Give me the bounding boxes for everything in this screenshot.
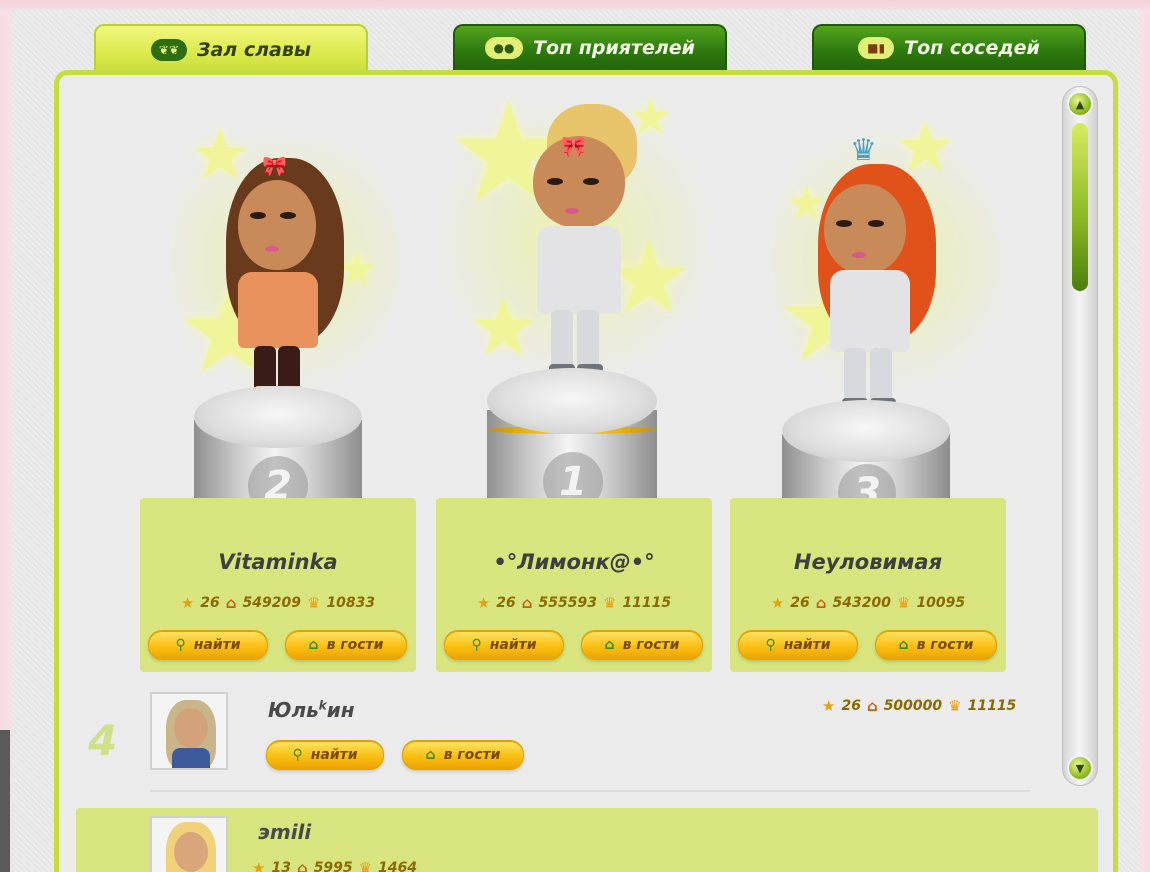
visit-label: в гости xyxy=(916,637,974,653)
crown-icon: ♛ xyxy=(358,858,373,872)
user-stats: ★ 13 ⌂ 5995 ♛ 1464 xyxy=(252,860,417,872)
house-count: 543200 xyxy=(832,595,891,611)
divider xyxy=(150,790,1030,792)
list-item-highlighted: эmili ★ 13 ⌂ 5995 ♛ 1464 xyxy=(76,808,1098,872)
house-icon: ⌂ xyxy=(866,696,878,715)
stars-count: 26 xyxy=(200,595,220,611)
search-icon: ⚲ xyxy=(765,637,776,653)
find-button[interactable]: ⚲ найти xyxy=(266,740,384,770)
friends-icon: ●● xyxy=(484,37,523,59)
house-icon: ⌂ xyxy=(815,593,827,612)
crown-icon: ♛ xyxy=(602,593,617,612)
search-icon: ⚲ xyxy=(471,637,482,653)
pedestal-top xyxy=(194,386,362,448)
house-icon: ⌂ xyxy=(425,747,436,763)
star-icon: ★ xyxy=(180,593,195,612)
winner-stats: ★ 26 ⌂ 549209 ♛ 10833 xyxy=(140,595,416,611)
user-name: эmili xyxy=(258,820,312,844)
scroll-down-button[interactable]: ▼ xyxy=(1067,755,1093,781)
star-decoration: ★ xyxy=(468,281,540,374)
visit-label: в гости xyxy=(443,747,501,763)
house-icon: ⌂ xyxy=(521,593,533,612)
crown-count: 11115 xyxy=(622,595,672,611)
star-icon: ★ xyxy=(770,593,785,612)
bow-icon: 🎀 xyxy=(561,134,586,158)
visit-button[interactable]: ⌂ в гости xyxy=(581,630,703,660)
tab-top-friends[interactable]: ●● Топ приятелей xyxy=(453,24,727,70)
tab-top-neighbors[interactable]: ■▮ Топ соседей xyxy=(812,24,1086,70)
user-name-sup: k xyxy=(318,698,327,713)
crown-count: 10833 xyxy=(326,595,376,611)
tab-hall-of-fame[interactable]: ❦❦ Зал славы xyxy=(94,24,368,74)
visit-button[interactable]: ⌂ в гости xyxy=(402,740,524,770)
find-button[interactable]: ⚲ найти xyxy=(444,630,564,660)
user-stats: ★ 26 ⌂ 500000 ♛ 11115 xyxy=(822,698,1016,714)
crown-icon: ♛ xyxy=(896,593,911,612)
search-icon: ⚲ xyxy=(292,747,303,763)
pedestal-top xyxy=(782,400,950,462)
house-count: 5995 xyxy=(313,860,353,872)
visit-button[interactable]: ⌂ в гости xyxy=(875,630,997,660)
winner-name: Vitaminka xyxy=(218,550,338,574)
stars-count: 13 xyxy=(271,860,291,872)
winner-stats: ★ 26 ⌂ 543200 ♛ 10095 xyxy=(730,595,1006,611)
house-icon: ⌂ xyxy=(296,858,308,872)
house-count: 549209 xyxy=(242,595,301,611)
laurel-icon: ❦❦ xyxy=(150,39,187,61)
house-icon: ⌂ xyxy=(225,593,237,612)
window-edge xyxy=(0,730,10,872)
tab-label: Зал славы xyxy=(196,39,312,61)
search-icon: ⚲ xyxy=(175,637,186,653)
find-label: найти xyxy=(310,747,358,763)
winner-stats: ★ 26 ⌂ 555593 ♛ 11115 xyxy=(436,595,712,611)
house-icon: ⌂ xyxy=(604,637,615,653)
bow-icon: 🎀 xyxy=(262,154,287,178)
visit-label: в гости xyxy=(326,637,384,653)
winner-card-1: •°Лимонк@•° ★ 26 ⌂ 555593 ♛ 11115 ⚲ найт… xyxy=(436,498,712,672)
tab-label: Топ соседей xyxy=(904,37,1040,59)
crown-icon: ♛ xyxy=(306,593,321,612)
stars-count: 26 xyxy=(790,595,810,611)
house-count: 555593 xyxy=(538,595,597,611)
crown-count: 11115 xyxy=(967,698,1017,714)
tab-label: Топ приятелей xyxy=(532,37,695,59)
find-button[interactable]: ⚲ найти xyxy=(738,630,858,660)
scroll-up-button[interactable]: ▲ xyxy=(1067,91,1093,117)
find-label: найти xyxy=(783,637,831,653)
house-icon: ⌂ xyxy=(308,637,319,653)
rank-number: 4 xyxy=(88,716,118,765)
find-label: найти xyxy=(193,637,241,653)
stars-count: 26 xyxy=(841,698,861,714)
star-icon: ★ xyxy=(822,696,836,715)
user-name-part: Юль xyxy=(268,698,319,722)
winner-card-3: Неуловимая ★ 26 ⌂ 543200 ♛ 10095 ⚲ найти… xyxy=(730,498,1006,672)
star-icon: ★ xyxy=(252,858,266,872)
crown-count: 10095 xyxy=(916,595,966,611)
user-name: Юльkин xyxy=(268,698,355,722)
list-item: 4 Юльkин ⚲ найти ⌂ в гости ★ 26 ⌂ 500000… xyxy=(80,688,1060,792)
avatar[interactable] xyxy=(150,816,228,872)
winner-name: Неуловимая xyxy=(793,550,943,574)
user-name-tail: ин xyxy=(326,698,355,722)
stars-count: 26 xyxy=(496,595,516,611)
chevron-down-icon: ▼ xyxy=(1075,761,1085,775)
house-icon: ⌂ xyxy=(898,637,909,653)
scroll-thumb[interactable] xyxy=(1072,123,1088,291)
crown-icon: ♛ xyxy=(850,133,877,168)
crown-count: 1464 xyxy=(378,860,418,872)
vertical-scrollbar[interactable]: ▲ ▼ xyxy=(1062,86,1098,786)
house-count: 500000 xyxy=(883,698,943,714)
crown-icon: ♛ xyxy=(948,696,962,715)
winner-name: •°Лимонк@•° xyxy=(493,550,655,574)
chevron-up-icon: ▲ xyxy=(1075,97,1085,111)
pedestal-top xyxy=(487,368,657,434)
visit-label: в гости xyxy=(622,637,680,653)
avatar[interactable] xyxy=(150,692,228,770)
visit-button[interactable]: ⌂ в гости xyxy=(285,630,407,660)
find-label: найти xyxy=(489,637,537,653)
neighbors-icon: ■▮ xyxy=(858,37,895,59)
winner-card-2: Vitaminka ★ 26 ⌂ 549209 ♛ 10833 ⚲ найти … xyxy=(140,498,416,672)
find-button[interactable]: ⚲ найти xyxy=(148,630,268,660)
star-icon: ★ xyxy=(476,593,491,612)
